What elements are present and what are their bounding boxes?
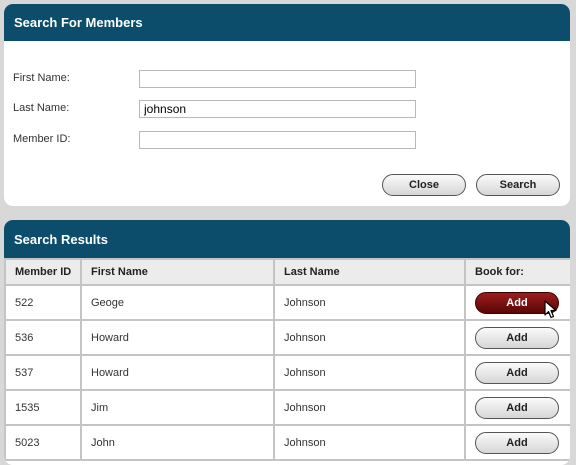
table-row: 536 Howard Johnson Add <box>4 319 570 356</box>
last-name-cell: Johnson <box>273 424 466 461</box>
first-name-cell: Geoge <box>80 284 275 321</box>
last-name-cell: Johnson <box>273 319 466 356</box>
table-header-row: Member ID First Name Last Name Book for: <box>4 258 570 286</box>
last-name-row: Last Name: <box>4 100 570 118</box>
member-id-input[interactable] <box>139 131 416 149</box>
table-row: 1535 Jim Johnson Add <box>4 389 570 426</box>
column-header-book-for: Book for: <box>464 258 570 286</box>
member-id-cell: 5023 <box>4 424 82 461</box>
add-button[interactable]: Add <box>475 432 559 454</box>
last-name-input[interactable] <box>139 100 416 118</box>
book-cell: Add <box>464 389 570 426</box>
column-header-first-name: First Name <box>80 258 275 286</box>
first-name-cell: Jim <box>80 389 275 426</box>
search-button[interactable]: Search <box>476 174 560 196</box>
first-name-label: First Name: <box>13 72 70 84</box>
first-name-input[interactable] <box>139 70 416 88</box>
last-name-cell: Johnson <box>273 389 466 426</box>
book-cell: Add <box>464 319 570 356</box>
book-cell: Add <box>464 424 570 461</box>
search-members-panel: Search For Members First Name: Last Name… <box>4 4 570 206</box>
book-cell: Add <box>464 354 570 391</box>
member-id-cell: 537 <box>4 354 82 391</box>
last-name-cell: Johnson <box>273 284 466 321</box>
member-id-cell: 1535 <box>4 389 82 426</box>
results-table: Member ID First Name Last Name Book for:… <box>4 258 570 461</box>
member-id-label: Member ID: <box>13 133 71 145</box>
mouse-cursor-icon <box>544 300 557 319</box>
table-row: 5023 John Johnson Add <box>4 424 570 461</box>
close-button[interactable]: Close <box>382 174 466 196</box>
first-name-cell: Howard <box>80 354 275 391</box>
member-id-cell: 536 <box>4 319 82 356</box>
first-name-cell: John <box>80 424 275 461</box>
last-name-cell: Johnson <box>273 354 466 391</box>
table-row: 522 Geoge Johnson Add <box>4 284 570 321</box>
add-button[interactable]: Add <box>475 327 559 349</box>
search-results-panel: Search Results Member ID First Name Last… <box>4 220 570 465</box>
column-header-last-name: Last Name <box>273 258 466 286</box>
add-button[interactable]: Add <box>475 397 559 419</box>
last-name-label: Last Name: <box>13 102 70 114</box>
column-header-member-id: Member ID <box>4 258 82 286</box>
add-button[interactable]: Add <box>475 362 559 384</box>
search-panel-title: Search For Members <box>4 4 570 41</box>
member-id-cell: 522 <box>4 284 82 321</box>
table-row: 537 Howard Johnson Add <box>4 354 570 391</box>
first-name-row: First Name: <box>4 70 570 88</box>
member-id-row: Member ID: <box>4 131 570 149</box>
results-panel-title: Search Results <box>4 220 570 258</box>
first-name-cell: Howard <box>80 319 275 356</box>
